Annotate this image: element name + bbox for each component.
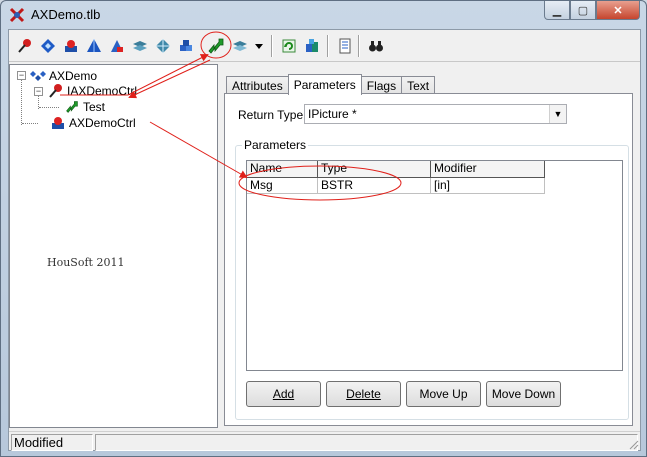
tree-node-root[interactable]: AXDemo xyxy=(30,68,97,84)
minimize-icon: ▁ xyxy=(552,4,562,17)
move-down-button-label: Move Down xyxy=(491,387,556,401)
tree-connector xyxy=(21,79,22,125)
tree-connector xyxy=(22,123,38,124)
cube-blue-button[interactable] xyxy=(107,36,127,56)
cubes-icon xyxy=(180,40,192,51)
app-icon xyxy=(9,7,25,23)
toolbar-separator xyxy=(327,35,329,57)
tree-expander[interactable]: − xyxy=(34,87,43,96)
add-method-button[interactable] xyxy=(206,36,226,56)
parameters-group-title: Parameters xyxy=(242,138,309,152)
pin-button[interactable] xyxy=(15,36,35,56)
tab-text[interactable]: Text xyxy=(401,76,436,94)
column-header-name[interactable]: Name xyxy=(247,161,318,178)
watermark-text: HouSoft 2011 xyxy=(47,256,125,269)
cell-type[interactable]: BSTR xyxy=(318,178,431,194)
maximize-button[interactable]: ▢ xyxy=(570,1,596,20)
toolbar-separator xyxy=(358,35,360,57)
column-header-modifier[interactable]: Modifier xyxy=(431,161,545,178)
parameters-tab-page: Return Type: IPicture * ▼ Parameters Nam… xyxy=(224,93,633,426)
column-header-type[interactable]: Type xyxy=(318,161,431,178)
add-property-button[interactable] xyxy=(230,36,250,56)
delete-button-label: Delete xyxy=(346,387,381,401)
client-area: − AXDemo − IAXDemoCtrl Test AXDemoCtrl H… xyxy=(8,29,641,451)
maximize-icon: ▢ xyxy=(577,4,589,17)
parameters-grid[interactable]: Name Type Modifier Msg BSTR [in] xyxy=(246,160,623,371)
diamond-icon xyxy=(41,39,55,53)
gem-button[interactable] xyxy=(153,36,173,56)
toolbar xyxy=(9,30,640,62)
cube-stack-icon xyxy=(52,117,64,129)
table-row[interactable]: Msg BSTR [in] xyxy=(247,178,545,194)
pin-icon xyxy=(18,39,31,53)
move-down-button[interactable]: Move Down xyxy=(486,381,561,407)
layers-dropdown-icon xyxy=(233,41,247,51)
cube-blue-icon xyxy=(111,40,123,52)
return-type-value: IPicture * xyxy=(308,107,357,121)
layers-icon xyxy=(133,41,147,51)
tab-flags[interactable]: Flags xyxy=(360,76,403,94)
grid-header: Name Type Modifier xyxy=(247,161,545,178)
move-up-button[interactable]: Move Up xyxy=(406,381,481,407)
dropdown-button[interactable] xyxy=(253,36,265,56)
add-button-label: Add xyxy=(272,387,295,401)
registry-button[interactable] xyxy=(302,36,322,56)
toolbar-separator xyxy=(271,35,273,57)
tab-parameters[interactable]: Parameters xyxy=(287,74,362,95)
return-type-label: Return Type: xyxy=(238,108,307,122)
status-text: Modified xyxy=(11,434,93,451)
tab-strip: Attributes Parameters Flags Text xyxy=(226,74,436,95)
move-up-button-label: Move Up xyxy=(419,387,468,401)
window-title: AXDemo.tlb xyxy=(31,7,101,22)
diamond-button[interactable] xyxy=(38,36,58,56)
minimize-button[interactable]: ▁ xyxy=(544,1,570,20)
gem-icon xyxy=(156,39,170,53)
document-button[interactable] xyxy=(335,36,355,56)
tree-connector xyxy=(39,107,59,108)
cell-modifier[interactable]: [in] xyxy=(431,178,545,194)
cube-stack-button[interactable] xyxy=(61,36,81,56)
caption-buttons: ▁ ▢ ✕ xyxy=(544,1,640,21)
pyramid-button[interactable] xyxy=(84,36,104,56)
registry-icon xyxy=(306,39,318,52)
app-window: AXDemo.tlb ▁ ▢ ✕ − AXDemo − IAXDemoCtrl … xyxy=(0,0,647,457)
tab-attributes[interactable]: Attributes xyxy=(226,76,289,94)
chevron-down-icon[interactable]: ▼ xyxy=(549,105,566,123)
delete-button[interactable]: Delete xyxy=(326,381,401,407)
details-pane: Attributes Parameters Flags Text Return … xyxy=(221,64,641,428)
add-button[interactable]: Add xyxy=(246,381,321,407)
refresh-icon xyxy=(282,39,296,53)
cubes-button[interactable] xyxy=(176,36,196,56)
tree-node-method[interactable]: Test xyxy=(64,99,105,115)
resize-grip-icon[interactable] xyxy=(627,438,639,450)
binoculars-icon xyxy=(369,41,383,52)
tree-coclass-label: AXDemoCtrl xyxy=(69,116,136,130)
layers-button[interactable] xyxy=(130,36,150,56)
parameters-group: Parameters Name Type Modifier Msg BSTR [… xyxy=(235,138,629,420)
close-button[interactable]: ✕ xyxy=(596,1,640,20)
chevron-down-icon xyxy=(255,44,263,49)
tree-node-interface[interactable]: IAXDemoCtrl xyxy=(48,83,137,99)
pyramid-icon xyxy=(87,39,101,52)
type-library-tree[interactable]: − AXDemo − IAXDemoCtrl Test AXDemoCtrl H… xyxy=(9,64,218,428)
refresh-button[interactable] xyxy=(279,36,299,56)
tree-expander[interactable]: − xyxy=(17,71,26,80)
green-arrow-icon xyxy=(66,101,78,113)
status-panel-empty xyxy=(95,434,638,451)
find-button[interactable] xyxy=(366,36,386,56)
cell-name[interactable]: Msg xyxy=(247,178,318,194)
tree-root-label: AXDemo xyxy=(49,69,98,83)
close-icon: ✕ xyxy=(613,4,623,17)
title-bar[interactable]: AXDemo.tlb ▁ ▢ ✕ xyxy=(1,1,646,29)
green-arrow-icon xyxy=(208,38,224,54)
tree-method-label: Test xyxy=(83,100,106,114)
status-bar: Modified xyxy=(9,431,640,451)
cube-stack-icon xyxy=(65,40,77,52)
library-icon xyxy=(30,71,46,81)
tree-node-coclass[interactable]: AXDemoCtrl xyxy=(50,115,136,131)
document-icon xyxy=(339,38,351,54)
pin-icon xyxy=(49,84,62,98)
tree-interface-label: IAXDemoCtrl xyxy=(67,84,138,98)
return-type-select[interactable]: IPicture * ▼ xyxy=(304,104,567,124)
